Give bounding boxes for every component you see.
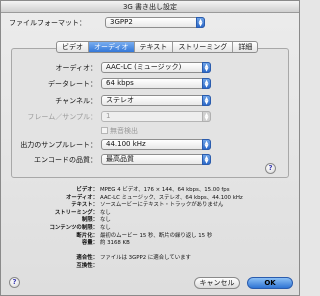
export-settings-window: 3G 書き出し設定 ファイルフォーマット： 3GPP2 ▲ ▼ ビデオ オーディオ… xyxy=(0,0,300,296)
channel-popup[interactable]: ステレオ ▲ ▼ xyxy=(101,95,211,106)
summary-label: 容量： xyxy=(81,240,98,247)
help-icon[interactable]: ? xyxy=(265,163,276,174)
summary-label: 互換性： xyxy=(76,262,98,269)
audio-format-label: オーディオ： xyxy=(55,64,97,72)
summary-value: 約 3168 KB xyxy=(100,240,130,247)
summary-label: 適合性： xyxy=(76,255,98,262)
audio-format-popup[interactable]: AAC-LC (ミュージック) ▲ ▼ xyxy=(101,62,211,73)
summary-label: ビデオ： xyxy=(76,187,98,193)
file-format-popup[interactable]: 3GPP2 ▲ ▼ xyxy=(105,17,205,28)
summary-value: ソースムービーにテキスト・トラックがありません xyxy=(100,202,224,209)
samplerate-label: 出力のサンプルレート： xyxy=(20,141,97,149)
samplerate-popup[interactable]: 44.100 kHz ▲ ▼ xyxy=(101,139,211,150)
tab-video[interactable]: ビデオ xyxy=(57,42,89,52)
summary-row: 適合性： ファイルは 3GPP2 に適合しています xyxy=(1,255,301,263)
window-title: 3G 書き出し設定 xyxy=(1,1,299,13)
chevron-updown-icon: ▲ ▼ xyxy=(202,111,211,122)
audio-format-value: AAC-LC (ミュージック) xyxy=(106,63,182,71)
summary-value: MPEG 4 ビデオ、176 × 144、64 kbps、15.00 fps xyxy=(100,187,230,193)
silence-detection-label: 無音検出 xyxy=(110,127,138,135)
frames-per-sample-value: 1 xyxy=(106,112,111,120)
settings-summary: ビデオ： MPEG 4 ビデオ、176 × 144、64 kbps、15.00 f… xyxy=(1,187,301,271)
channel-label: チャンネル： xyxy=(55,97,97,105)
chevron-updown-icon: ▲ ▼ xyxy=(202,62,211,73)
ok-button[interactable]: OK xyxy=(247,277,293,289)
datarate-label: データレート： xyxy=(48,80,97,88)
chevron-updown-icon: ▲ ▼ xyxy=(196,17,205,28)
help-icon[interactable]: ? xyxy=(9,277,20,288)
encode-quality-label: エンコードの品質： xyxy=(34,156,97,164)
datarate-value: 64 kbps xyxy=(106,79,134,87)
summary-row: 断片化： 最初のムービー 15 秒、断片の繰り返し 15 秒 xyxy=(1,233,301,241)
summary-row: テキスト： ソースムービーにテキスト・トラックがありません xyxy=(1,202,301,210)
frames-per-sample-popup[interactable]: 1 ▲ ▼ xyxy=(101,111,211,122)
tab-text[interactable]: テキスト xyxy=(135,42,174,52)
silence-detection-checkbox[interactable]: 無音検出 xyxy=(101,126,138,136)
summary-label: 制限： xyxy=(81,217,98,224)
cancel-button[interactable]: キャンセル xyxy=(194,277,240,289)
tab-bar: ビデオ オーディオ テキスト ストリーミング 詳細 xyxy=(56,41,259,53)
tab-streaming[interactable]: ストリーミング xyxy=(173,42,234,52)
summary-row: 互換性： xyxy=(1,263,301,271)
samplerate-value: 44.100 kHz xyxy=(106,140,146,148)
summary-row: 容量：約 3168 KB xyxy=(1,240,301,248)
chevron-updown-icon: ▲ ▼ xyxy=(202,154,211,165)
encode-quality-popup[interactable]: 最高品質 ▲ ▼ xyxy=(101,154,211,165)
summary-value: ファイルは 3GPP2 に適合しています xyxy=(100,255,191,262)
summary-value: なし xyxy=(100,224,111,231)
file-format-label: ファイルフォーマット： xyxy=(9,19,86,27)
frames-per-sample-label: フレーム／サンプル： xyxy=(27,113,97,121)
summary-label: テキスト： xyxy=(71,202,98,209)
file-format-value: 3GPP2 xyxy=(110,18,133,26)
tab-audio[interactable]: オーディオ xyxy=(89,42,135,52)
encode-quality-value: 最高品質 xyxy=(106,155,134,163)
chevron-updown-icon: ▲ ▼ xyxy=(202,95,211,106)
channel-value: ステレオ xyxy=(106,96,134,104)
chevron-updown-icon: ▲ ▼ xyxy=(202,78,211,89)
tab-advanced[interactable]: 詳細 xyxy=(233,42,257,52)
summary-value: なし xyxy=(100,217,111,224)
summary-row: コンテンツの制限： なし xyxy=(1,225,301,233)
datarate-popup[interactable]: 64 kbps ▲ ▼ xyxy=(101,78,211,89)
chevron-updown-icon: ▲ ▼ xyxy=(202,139,211,150)
summary-row: ストリーミング： なし xyxy=(1,210,301,218)
checkbox-icon xyxy=(101,127,108,134)
summary-row: ビデオ： MPEG 4 ビデオ、176 × 144、64 kbps、15.00 f… xyxy=(1,187,301,195)
summary-label: コンテンツの制限： xyxy=(49,224,98,231)
summary-row: 制限： なし xyxy=(1,217,301,225)
